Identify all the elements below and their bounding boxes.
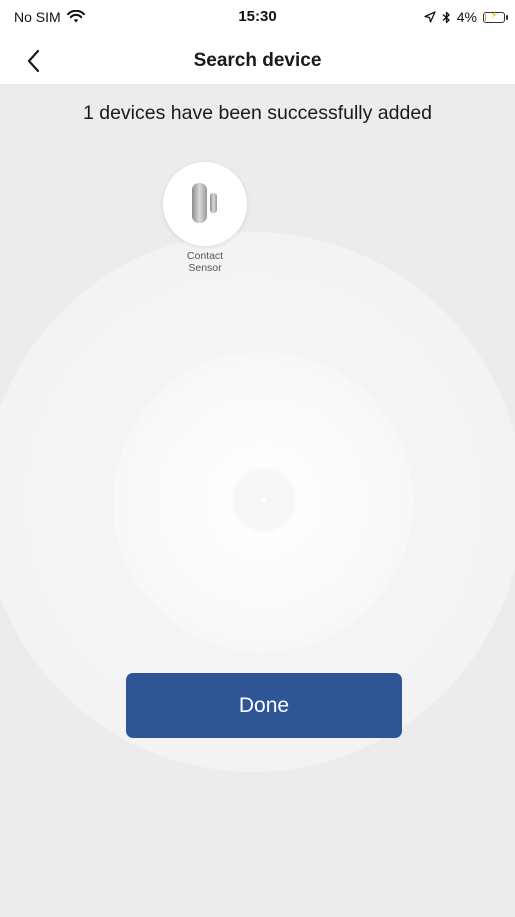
charging-bolt-icon: ⚡ xyxy=(490,9,498,21)
nav-bar: Search device xyxy=(0,38,515,84)
radar-center-dot xyxy=(261,497,266,502)
device-label: Contact Sensor xyxy=(160,250,250,274)
device-icon-circle xyxy=(163,162,247,246)
success-message: 1 devices have been successfully added xyxy=(82,102,433,124)
device-label-line1: Contact xyxy=(186,250,224,262)
battery-percent: 4% xyxy=(456,9,477,25)
location-icon xyxy=(424,11,436,23)
app-screen: No SIM 15:30 4% ⚡ Search device 1 device… xyxy=(0,0,515,917)
contact-sensor-icon xyxy=(192,183,217,223)
status-bar: No SIM 15:30 4% ⚡ xyxy=(0,0,515,38)
page-title: Search device xyxy=(193,50,322,71)
status-right: 4% ⚡ xyxy=(424,9,508,25)
device-contact-sensor[interactable]: Contact Sensor xyxy=(160,162,250,274)
done-button[interactable]: Done xyxy=(126,673,402,738)
search-area: 1 devices have been successfully added C… xyxy=(0,84,515,917)
battery-charging-icon: ⚡ xyxy=(483,9,508,23)
device-label-line2: Sensor xyxy=(188,262,222,274)
bluetooth-icon xyxy=(442,11,450,23)
